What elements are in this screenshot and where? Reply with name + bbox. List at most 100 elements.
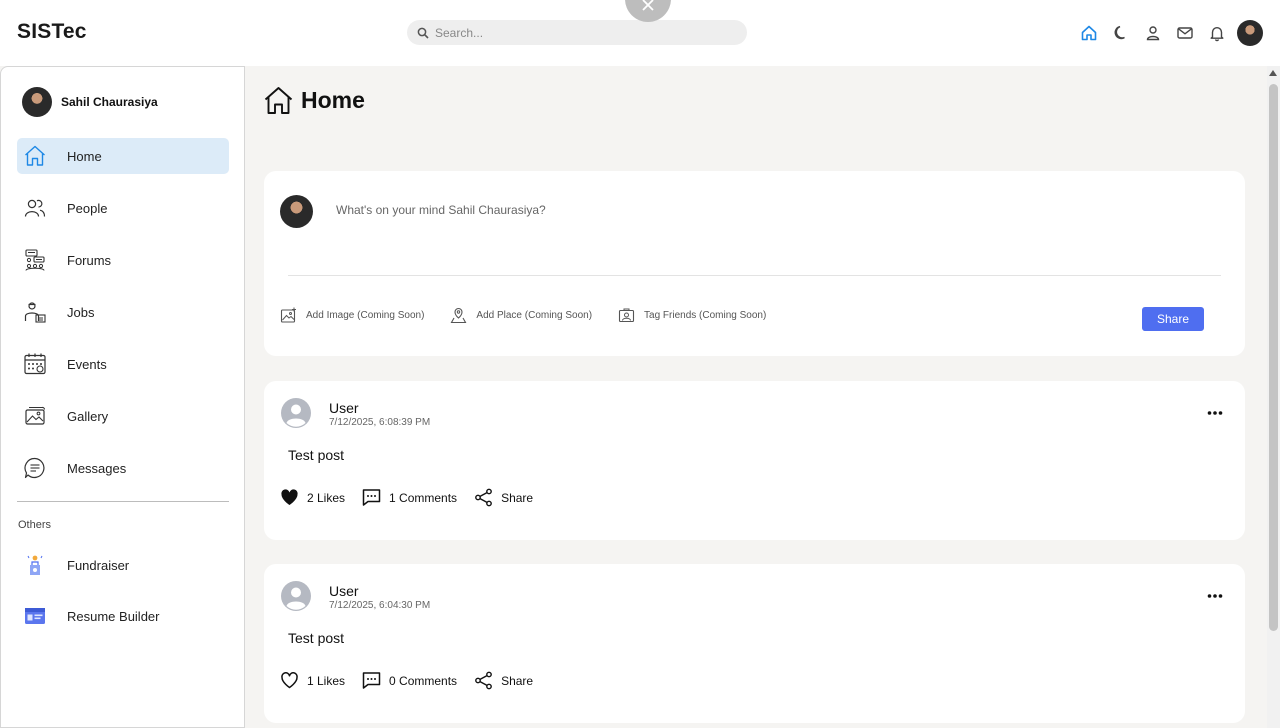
- heart-filled-icon: [281, 489, 298, 505]
- people-icon: [24, 199, 46, 217]
- post-timestamp: 7/12/2025, 6:08:39 PM: [329, 417, 431, 428]
- action-label: Tag Friends (Coming Soon): [644, 310, 767, 321]
- add-image-button[interactable]: Add Image (Coming Soon): [280, 307, 424, 324]
- resume-icon: [25, 608, 45, 624]
- sidebar-item-gallery[interactable]: Gallery: [17, 398, 229, 434]
- comments-count: 1 Comments: [389, 490, 458, 505]
- dark-mode-toggle[interactable]: [1105, 19, 1137, 47]
- share-icon: [475, 488, 492, 507]
- sidebar-item-home[interactable]: Home: [17, 138, 229, 174]
- avatar: [22, 87, 52, 117]
- sidebar-item-forums[interactable]: Forums: [17, 242, 229, 278]
- sidebar-item-resume-builder[interactable]: Resume Builder: [17, 598, 229, 634]
- sidebar-item-label: Events: [67, 356, 107, 372]
- page-heading: Home: [263, 85, 365, 116]
- post-author[interactable]: User: [329, 583, 359, 599]
- composer-actions: Add Image (Coming Soon) Add Place (Comin…: [280, 307, 792, 324]
- comment-icon: [362, 672, 381, 689]
- page-title: Home: [301, 87, 365, 113]
- search-bar[interactable]: [407, 20, 747, 45]
- home-icon: [25, 145, 45, 166]
- heart-outline-icon: [281, 672, 298, 689]
- others-heading: Others: [18, 519, 52, 531]
- top-icons: [1073, 19, 1263, 47]
- tag-friends-button[interactable]: Tag Friends (Coming Soon): [618, 307, 766, 324]
- sidebar-item-label: Resume Builder: [67, 608, 160, 624]
- post-composer: Add Image (Coming Soon) Add Place (Comin…: [264, 171, 1245, 356]
- user-avatar[interactable]: [1237, 20, 1263, 46]
- notifications-button[interactable]: [1201, 19, 1233, 47]
- fundraiser-icon: [27, 555, 43, 575]
- sidebar-item-label: Fundraiser: [67, 557, 130, 573]
- mail-icon: [1177, 27, 1193, 39]
- likes-count: 1 Likes: [307, 673, 346, 688]
- profile-name: Sahil Chaurasiya: [61, 95, 158, 109]
- sidebar-item-events[interactable]: Events: [17, 346, 229, 382]
- share-button[interactable]: Share: [474, 671, 533, 690]
- share-label: Share: [501, 490, 534, 505]
- jobs-icon: [24, 302, 46, 323]
- sidebar-item-messages[interactable]: Messages: [17, 450, 229, 486]
- search-input[interactable]: [435, 25, 735, 40]
- comment-button[interactable]: 0 Comments: [362, 671, 457, 690]
- comment-icon: [362, 489, 381, 506]
- home-nav-button[interactable]: [1073, 19, 1105, 47]
- place-icon: [450, 307, 467, 324]
- sidebar-others-nav: Fundraiser Resume Builder: [17, 547, 229, 649]
- mail-button[interactable]: [1169, 19, 1201, 47]
- likes-count: 2 Likes: [307, 490, 346, 505]
- sidebar-item-label: Jobs: [67, 304, 95, 320]
- like-button[interactable]: 1 Likes: [280, 671, 345, 690]
- like-button[interactable]: 2 Likes: [280, 488, 345, 507]
- user-avatar-icon: [281, 581, 311, 611]
- share-icon: [475, 671, 492, 690]
- user-avatar-icon: [281, 398, 311, 428]
- avatar: [280, 195, 313, 228]
- comments-count: 0 Comments: [389, 673, 458, 688]
- sidebar-item-label: Messages: [67, 460, 127, 476]
- sidebar: Sahil Chaurasiya Home People Forums Jobs…: [0, 66, 245, 728]
- forums-icon: [25, 249, 45, 271]
- sidebar-profile[interactable]: Sahil Chaurasiya: [22, 87, 158, 117]
- more-icon: [1207, 594, 1223, 598]
- bell-icon: [1210, 27, 1224, 42]
- profile-button[interactable]: [1137, 19, 1169, 47]
- sidebar-item-label: Home: [67, 148, 102, 164]
- moon-icon: [1114, 25, 1125, 40]
- scroll-up-arrow-icon[interactable]: [1268, 69, 1278, 77]
- search-icon: [417, 27, 429, 39]
- post-menu-button[interactable]: [1205, 588, 1225, 604]
- brand-logo[interactable]: SISTec: [17, 20, 87, 44]
- gallery-icon: [25, 406, 46, 425]
- post-author[interactable]: User: [329, 400, 359, 416]
- composer-divider: [288, 275, 1221, 276]
- sidebar-nav: Home People Forums Jobs Events Gallery M…: [17, 138, 229, 502]
- post-card: User 7/12/2025, 6:08:39 PM Test post 2 L…: [264, 381, 1245, 540]
- post-body: Test post: [288, 447, 345, 463]
- sidebar-item-jobs[interactable]: Jobs: [17, 294, 229, 330]
- share-post-button[interactable]: Share: [1142, 307, 1204, 331]
- add-place-button[interactable]: Add Place (Coming Soon): [450, 307, 592, 324]
- post-menu-button[interactable]: [1205, 405, 1225, 421]
- tag-icon: [618, 308, 635, 323]
- sidebar-item-fundraiser[interactable]: Fundraiser: [17, 547, 229, 583]
- share-button[interactable]: Share: [474, 488, 533, 507]
- post-timestamp: 7/12/2025, 6:04:30 PM: [329, 600, 431, 611]
- sidebar-item-people[interactable]: People: [17, 190, 229, 226]
- sidebar-item-label: Forums: [67, 252, 112, 268]
- messages-icon: [24, 457, 45, 479]
- scrollbar-thumb[interactable]: [1269, 84, 1278, 631]
- person-icon: [1146, 26, 1160, 41]
- share-label: Share: [501, 673, 534, 688]
- image-icon: [280, 307, 296, 323]
- composer-input[interactable]: [336, 203, 936, 217]
- post-body: Test post: [288, 630, 345, 646]
- sidebar-divider: [17, 501, 229, 502]
- comment-button[interactable]: 1 Comments: [362, 488, 457, 507]
- action-label: Add Place (Coming Soon): [476, 310, 593, 321]
- sidebar-item-label: People: [67, 200, 108, 216]
- post-actions: 1 Likes 0 Comments Share: [280, 671, 550, 690]
- action-label: Add Image (Coming Soon): [306, 310, 425, 321]
- more-icon: [1207, 411, 1223, 415]
- home-icon: [264, 87, 293, 114]
